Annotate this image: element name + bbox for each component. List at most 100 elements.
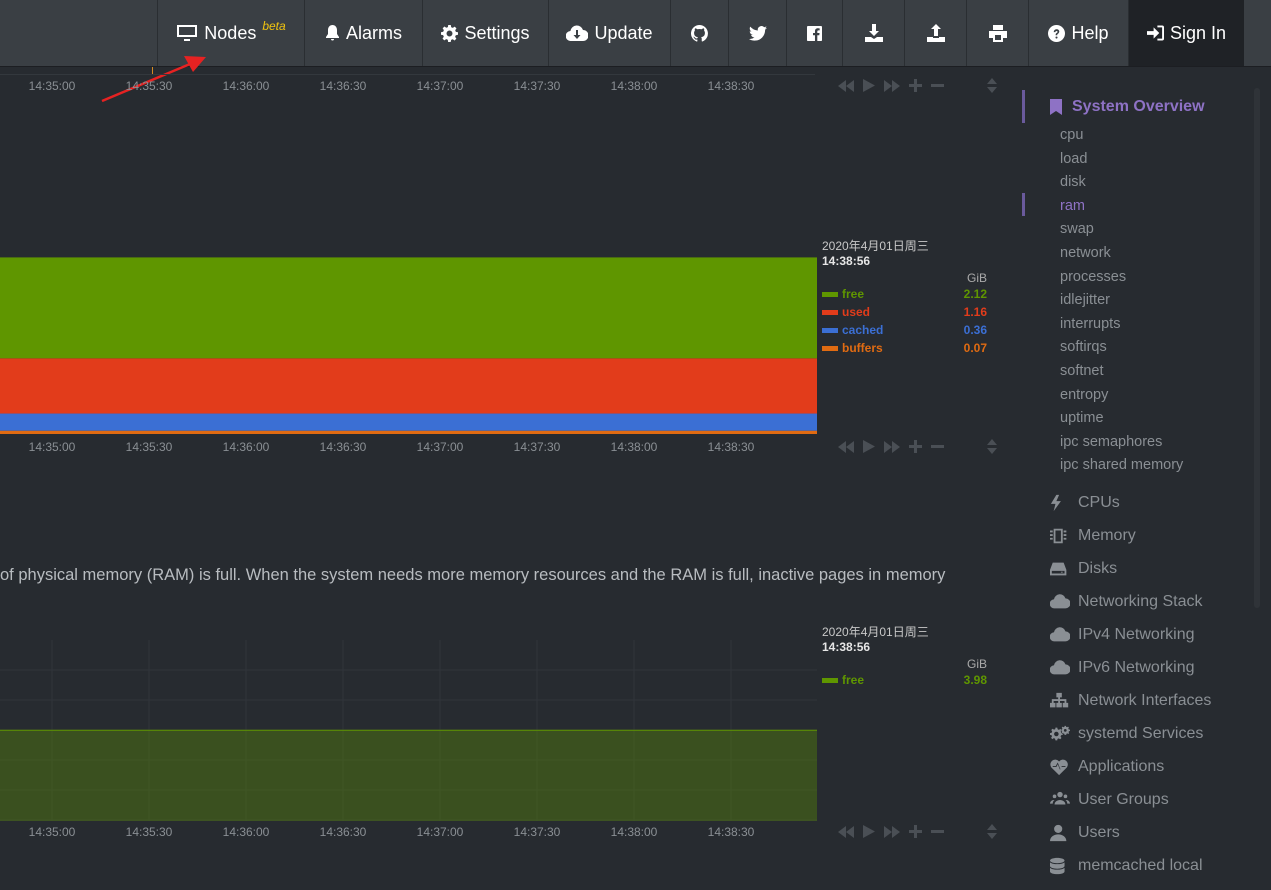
- settings-button[interactable]: Settings: [422, 0, 548, 66]
- download-button[interactable]: [842, 0, 904, 66]
- twitter-button[interactable]: [728, 0, 786, 66]
- sidebar-item-interrupts[interactable]: interrupts: [1060, 316, 1120, 332]
- sidebar-item-uptime[interactable]: uptime: [1060, 410, 1104, 426]
- area-cached: [0, 413, 817, 431]
- sidebar-item-ram[interactable]: ram: [1060, 198, 1085, 214]
- legend-row-cached[interactable]: cached 0.36: [822, 321, 987, 339]
- tick-label: 14:38:00: [610, 825, 658, 839]
- zoom-out-icon[interactable]: [931, 825, 944, 838]
- facebook-button[interactable]: [786, 0, 842, 66]
- help-button[interactable]: Help: [1028, 0, 1128, 66]
- tick-label: 14:37:30: [513, 79, 561, 93]
- chart-controls: [838, 439, 997, 454]
- sidebar-section-memory[interactable]: Memory: [1050, 527, 1136, 545]
- sidebar-section-user-groups[interactable]: User Groups: [1050, 791, 1169, 809]
- fast-forward-icon[interactable]: [884, 440, 900, 453]
- sidebar-scrollbar[interactable]: [1254, 88, 1260, 608]
- alarms-button[interactable]: Alarms: [304, 0, 422, 66]
- sidebar: System Overview cpu load disk ram swap networ…: [1018, 70, 1271, 890]
- section-active-bar: [1022, 90, 1025, 123]
- upload-button[interactable]: [904, 0, 966, 66]
- legend-value: 2.12: [963, 287, 987, 301]
- fast-forward-icon[interactable]: [884, 825, 900, 838]
- legend-time: 14:38:56: [822, 640, 871, 654]
- sidebar-item-cpu[interactable]: cpu: [1060, 127, 1083, 143]
- sidebar-section-cpus[interactable]: CPUs: [1050, 494, 1120, 512]
- sidebar-item-entropy[interactable]: entropy: [1060, 387, 1108, 403]
- question-circle-icon: [1048, 24, 1066, 42]
- sidebar-section-network-interfaces[interactable]: Network Interfaces: [1050, 692, 1211, 710]
- play-icon[interactable]: [863, 440, 875, 453]
- legend-row-free[interactable]: free 2.12: [822, 285, 987, 303]
- sidebar-item-swap[interactable]: swap: [1060, 221, 1094, 237]
- gear-icon: [441, 24, 459, 42]
- sidebar-section-disks[interactable]: Disks: [1050, 560, 1117, 578]
- upload-icon: [926, 24, 945, 42]
- resize-handle-icon[interactable]: [987, 824, 997, 839]
- section-label: CPUs: [1078, 494, 1120, 511]
- legend-swatch: [822, 310, 838, 316]
- section-label: IPv4 Networking: [1078, 626, 1195, 643]
- legend-row-used[interactable]: used 1.16: [822, 303, 987, 321]
- sidebar-item-ipc-shared-memory[interactable]: ipc shared memory: [1060, 457, 1183, 473]
- settings-label: Settings: [464, 22, 530, 43]
- legend-value: 1.16: [963, 305, 987, 319]
- print-icon: [988, 24, 1007, 42]
- rewind-icon[interactable]: [838, 825, 854, 838]
- rewind-icon[interactable]: [838, 440, 854, 453]
- swap-legend: 2020年4月01日周三 14:38:56 GiB free 3.98: [822, 623, 987, 689]
- sidebar-item-processes[interactable]: processes: [1060, 269, 1126, 285]
- sidebar-section-networking-stack[interactable]: Networking Stack: [1050, 593, 1203, 611]
- tick-label: 14:35:00: [28, 79, 76, 93]
- github-button[interactable]: [670, 0, 728, 66]
- tick-label: 14:36:00: [222, 79, 270, 93]
- zoom-out-icon[interactable]: [931, 79, 944, 92]
- zoom-in-icon[interactable]: [909, 825, 922, 838]
- legend-time: 14:38:56: [822, 254, 871, 268]
- legend-swatch: [822, 346, 838, 352]
- sidebar-section-ipv4-networking[interactable]: IPv4 Networking: [1050, 626, 1195, 644]
- resize-handle-icon[interactable]: [987, 439, 997, 454]
- section-label: Disks: [1078, 560, 1118, 577]
- update-button[interactable]: Update: [548, 0, 670, 66]
- zoom-out-icon[interactable]: [931, 440, 944, 453]
- rewind-icon[interactable]: [838, 79, 854, 92]
- sidebar-section-ipv6-networking[interactable]: IPv6 Networking: [1050, 659, 1195, 677]
- cloud-icon: [1050, 627, 1070, 642]
- sidebar-section-users[interactable]: Users: [1050, 824, 1120, 842]
- tick-label: 14:38:30: [707, 79, 755, 93]
- play-icon[interactable]: [863, 79, 875, 92]
- sidebar-item-network[interactable]: network: [1060, 245, 1111, 261]
- print-button[interactable]: [966, 0, 1028, 66]
- legend-row-buffers[interactable]: buffers 0.07: [822, 339, 987, 357]
- tick-label: 14:38:30: [707, 440, 755, 454]
- users-icon: [1050, 791, 1070, 805]
- sidebar-item-load[interactable]: load: [1060, 151, 1087, 167]
- zoom-in-icon[interactable]: [909, 440, 922, 453]
- tick-label: 14:37:00: [416, 825, 464, 839]
- legend-name: cached: [842, 323, 884, 337]
- cloud-icon: [1050, 594, 1070, 609]
- section-label: IPv6 Networking: [1078, 659, 1195, 676]
- sidebar-item-disk[interactable]: disk: [1060, 174, 1086, 190]
- sidebar-item-idlejitter[interactable]: idlejitter: [1060, 292, 1110, 308]
- chart-controls: [838, 824, 997, 839]
- tick-label: 14:35:00: [28, 440, 76, 454]
- zoom-in-icon[interactable]: [909, 79, 922, 92]
- sidebar-section-applications[interactable]: Applications: [1050, 758, 1164, 776]
- time-axis-top: 14:35:00 14:35:30 14:36:00 14:36:30 14:3…: [0, 79, 815, 95]
- play-icon[interactable]: [863, 825, 875, 838]
- sidebar-item-softnet[interactable]: softnet: [1060, 363, 1104, 379]
- facebook-icon: [807, 25, 822, 41]
- alarms-label: Alarms: [345, 22, 402, 43]
- fast-forward-icon[interactable]: [884, 79, 900, 92]
- sidebar-section-systemd-services[interactable]: systemd Services: [1050, 725, 1203, 743]
- sidebar-item-ipc-semaphores[interactable]: ipc semaphores: [1060, 434, 1162, 450]
- sidebar-section-memcached-local[interactable]: memcached local: [1050, 857, 1203, 875]
- sign-in-button[interactable]: Sign In: [1128, 0, 1244, 66]
- resize-handle-icon[interactable]: [987, 78, 997, 93]
- system-overview-link[interactable]: System Overview: [1050, 98, 1205, 116]
- sidebar-item-softirqs[interactable]: softirqs: [1060, 339, 1107, 355]
- tick-label: 14:35:30: [125, 440, 173, 454]
- legend-row-free[interactable]: free 3.98: [822, 671, 987, 689]
